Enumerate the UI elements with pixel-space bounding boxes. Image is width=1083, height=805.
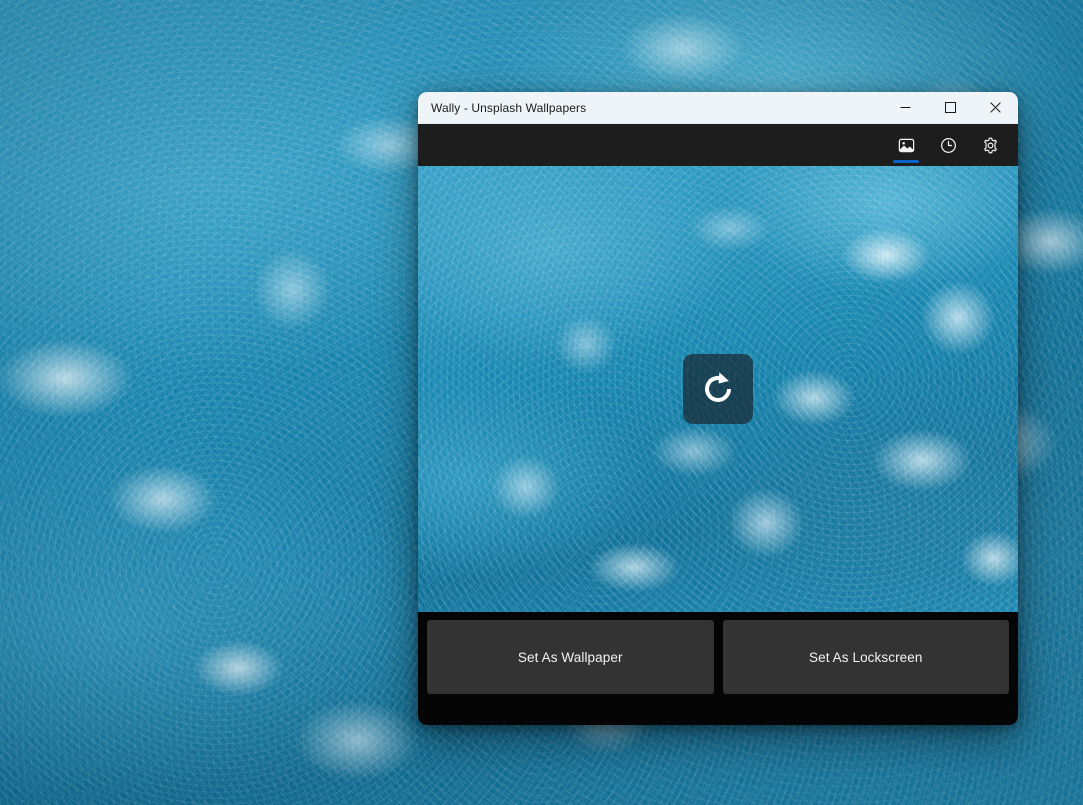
maximize-button[interactable] xyxy=(928,92,973,123)
close-button[interactable] xyxy=(973,92,1018,123)
close-icon xyxy=(990,102,1001,113)
wallpaper-preview xyxy=(418,166,1018,612)
minimize-icon xyxy=(900,107,911,108)
clock-icon xyxy=(940,137,956,153)
gear-icon xyxy=(983,137,997,153)
desktop: Wally - Unsplash Wallpapers Set As Wallp… xyxy=(0,0,1083,805)
set-as-wallpaper-button[interactable]: Set As Wallpaper xyxy=(427,620,714,694)
tab-active-indicator xyxy=(893,160,919,163)
window-title: Wally - Unsplash Wallpapers xyxy=(431,100,587,115)
title-bar[interactable]: Wally - Unsplash Wallpapers xyxy=(418,92,1018,124)
minimize-button[interactable] xyxy=(883,92,928,123)
refresh-wallpaper-button[interactable] xyxy=(683,354,753,424)
app-window: Wally - Unsplash Wallpapers Set As Wallp… xyxy=(418,92,1018,725)
maximize-icon xyxy=(945,102,956,113)
set-as-lockscreen-button[interactable]: Set As Lockscreen xyxy=(722,620,1009,694)
tab-settings[interactable] xyxy=(970,124,1010,166)
tab-history[interactable] xyxy=(928,124,968,166)
tab-wallpapers[interactable] xyxy=(886,124,926,166)
tab-bar xyxy=(418,124,1018,166)
window-controls xyxy=(883,92,1018,123)
refresh-icon xyxy=(705,372,731,402)
action-button-row: Set As Wallpaper Set As Lockscreen xyxy=(418,612,1018,725)
image-icon xyxy=(898,138,914,152)
